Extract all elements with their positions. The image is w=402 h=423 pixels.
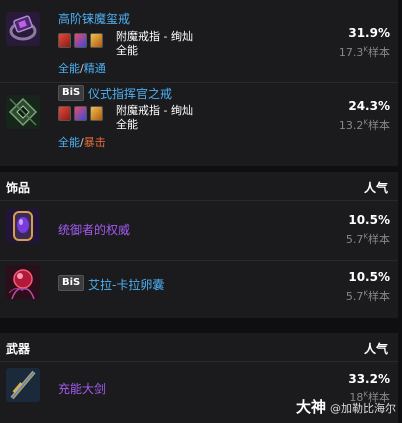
ring-icon xyxy=(6,12,40,46)
item-name[interactable]: 充能大剑 xyxy=(58,380,106,397)
popularity-header[interactable]: 人气 xyxy=(364,179,388,196)
popularity-percent: 10.5% xyxy=(348,213,390,227)
popularity-percent: 31.9% xyxy=(348,26,390,40)
trinkets-panel: 饰品 人气 统御者的权威 10.5% 5.7K样本 BiS 艾拉-卡拉卵囊 10… xyxy=(0,172,398,318)
secondary-stat-label: 全能 xyxy=(116,44,138,57)
stat-a: 全能 xyxy=(58,136,80,149)
stat-priority: 全能/暴击 xyxy=(58,134,106,150)
sample-count: 13.2K样本 xyxy=(338,118,390,132)
bis-badge: BiS xyxy=(58,85,85,101)
watermark-brand: 大神 xyxy=(295,398,326,416)
trinket-icon xyxy=(6,265,40,299)
stat-a: 全能 xyxy=(58,62,80,75)
section-title: 武器 xyxy=(6,342,31,356)
sword-icon xyxy=(6,368,40,402)
gem-icon xyxy=(90,106,103,121)
item-name[interactable]: 高阶铼魔玺戒 xyxy=(58,10,130,27)
list-item[interactable]: BiS 艾拉-卡拉卵囊 10.5% 5.7K样本 xyxy=(0,261,398,318)
sample-count: 17.3K样本 xyxy=(338,45,390,59)
watermark-handle: @加勒比海尔 xyxy=(330,402,396,415)
popularity-percent: 10.5% xyxy=(348,270,390,284)
gem-icon xyxy=(74,33,87,48)
popularity-percent: 33.2% xyxy=(348,372,390,386)
popularity-percent: 24.3% xyxy=(348,99,390,113)
item-name[interactable]: 统御者的权威 xyxy=(58,221,130,238)
stat-priority: 全能/精通 xyxy=(58,60,106,76)
rings-panel: 高阶铼魔玺戒 附魔戒指 - 绚灿 全能 全能/精通 31.9% 17.3K样本 … xyxy=(0,0,398,166)
trinket-icon xyxy=(6,209,40,243)
bis-badge: BiS xyxy=(58,275,85,291)
gem-icon xyxy=(90,33,103,48)
list-item[interactable]: 高阶铼魔玺戒 附魔戒指 - 绚灿 全能 全能/精通 31.9% 17.3K样本 xyxy=(0,0,398,80)
item-name[interactable]: 仪式指挥官之戒 xyxy=(88,85,172,102)
sample-count: 5.7K样本 xyxy=(345,289,390,303)
section-title: 饰品 xyxy=(6,181,31,195)
ring-icon xyxy=(6,95,40,129)
item-name[interactable]: 艾拉-卡拉卵囊 xyxy=(88,276,164,293)
watermark: 大神 @加勒比海尔 xyxy=(296,396,396,417)
stat-b: 暴击 xyxy=(83,136,106,149)
stat-b: 精通 xyxy=(83,62,106,75)
list-item[interactable]: BiS 仪式指挥官之戒 附魔戒指 - 绚灿 全能 全能/暴击 24.3% 13.… xyxy=(0,83,398,163)
gem-icon xyxy=(74,106,87,121)
secondary-stat-label: 全能 xyxy=(116,118,138,131)
sample-count: 5.7K样本 xyxy=(345,232,390,246)
popularity-header[interactable]: 人气 xyxy=(364,340,388,357)
gem-icon xyxy=(58,33,71,48)
list-item[interactable]: 统御者的权威 10.5% 5.7K样本 xyxy=(0,201,398,258)
gem-icon xyxy=(58,106,71,121)
